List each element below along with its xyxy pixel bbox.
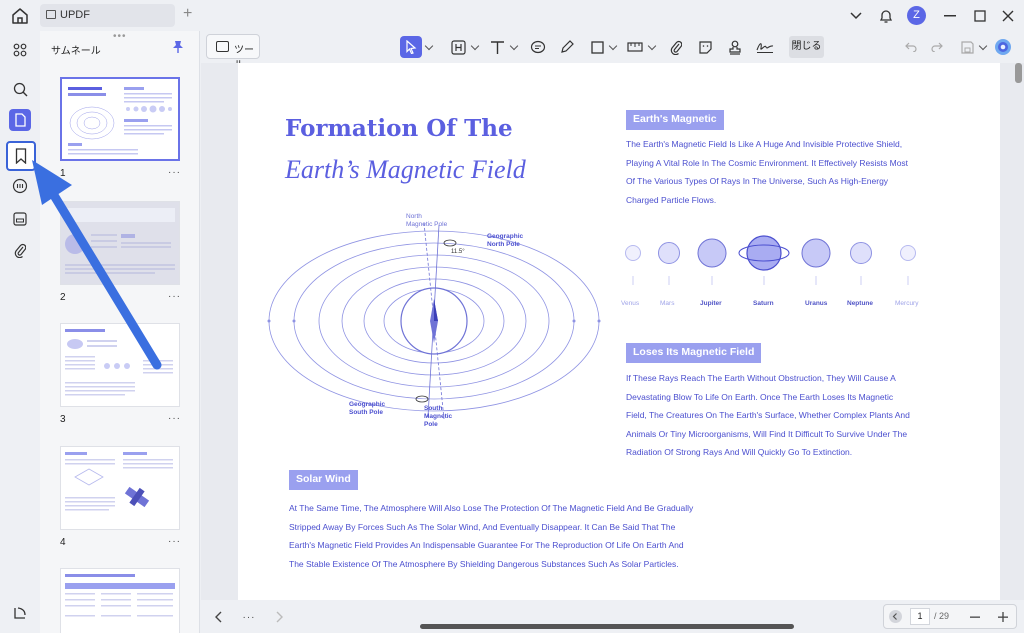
page-thumbnail-4[interactable] xyxy=(60,446,180,530)
section-label-loses-magnetic-field: Loses Its Magnetic Field xyxy=(626,343,762,363)
save-icon[interactable] xyxy=(956,37,978,57)
zoom-out-icon[interactable] xyxy=(969,610,981,622)
layers-icon[interactable] xyxy=(9,602,31,624)
section-2-paragraph: If These Rays Reach The Earth Without Ob… xyxy=(626,373,910,457)
main-toolbar: ツール 閉じる xyxy=(200,31,1024,71)
chevron-down-icon[interactable] xyxy=(608,41,618,51)
maximize-icon[interactable] xyxy=(970,6,990,26)
planet-illustration xyxy=(625,235,916,285)
attachment-icon[interactable] xyxy=(9,239,31,261)
magnetic-field-diagram xyxy=(267,222,601,420)
stamp-panel-icon[interactable] xyxy=(9,208,31,230)
page-thumbnail-2[interactable] xyxy=(60,201,180,285)
close-window-icon[interactable] xyxy=(998,6,1018,26)
planet-label: Saturn xyxy=(753,300,774,307)
chevron-left-icon[interactable] xyxy=(208,606,230,628)
stamp-tool[interactable] xyxy=(724,37,746,57)
pin-icon[interactable] xyxy=(172,40,184,54)
chevron-down-icon[interactable] xyxy=(647,41,657,51)
page-more-button[interactable]: ··· xyxy=(168,536,181,547)
close-tool-button[interactable]: 閉じる xyxy=(789,36,824,58)
ai-assistant-icon[interactable] xyxy=(992,37,1014,57)
total-pages: / 29 xyxy=(934,611,950,621)
chevron-right-icon[interactable] xyxy=(268,606,290,628)
section-label-solar-wind: Solar Wind xyxy=(289,470,358,490)
undo-icon[interactable] xyxy=(900,37,922,57)
pencil-tool[interactable] xyxy=(556,37,578,57)
section-1-paragraph: The Earth's Magnetic Field Is Like A Hug… xyxy=(626,139,909,205)
planet-label: Uranus xyxy=(805,300,828,307)
document-title-line-1: Formation Of The xyxy=(285,115,513,142)
home-icon[interactable] xyxy=(10,6,30,26)
panel-resize-handle[interactable]: ••• xyxy=(113,31,127,42)
title-bar: UPDF + Z xyxy=(0,0,1024,31)
document-tab[interactable]: UPDF xyxy=(40,4,175,27)
apps-grid-icon[interactable] xyxy=(9,39,31,61)
planet-label: Neptune xyxy=(847,300,873,307)
page-more-button[interactable]: ··· xyxy=(238,606,260,628)
bell-icon[interactable] xyxy=(876,6,896,26)
new-tab-button[interactable]: + xyxy=(183,5,192,23)
south-magnetic-pole-label: South Magnetic Pole xyxy=(424,405,453,428)
tools-button[interactable]: ツール xyxy=(206,34,260,71)
document-tab-title: UPDF xyxy=(60,9,90,21)
pdf-file-icon xyxy=(46,10,56,19)
text-tool[interactable] xyxy=(486,37,508,57)
left-rail xyxy=(0,31,40,633)
avatar[interactable]: Z xyxy=(907,6,926,25)
signature-tool[interactable] xyxy=(754,37,776,57)
tilt-angle-label: 11.5° xyxy=(451,249,465,255)
pdf-page: Formation Of The Earth’s Magnetic Field xyxy=(238,63,1000,600)
north-magnetic-pole-label: North Magnetic Pole xyxy=(406,213,448,228)
page-number: 3 xyxy=(60,414,66,425)
planet-label: Mercury xyxy=(895,300,919,307)
measure-tool[interactable] xyxy=(624,37,646,57)
document-viewport[interactable]: Formation Of The Earth’s Magnetic Field xyxy=(201,63,1024,600)
section-label-earths-magnetic: Earth's Magnetic xyxy=(626,110,724,130)
minimize-icon[interactable] xyxy=(940,6,960,26)
document-title-line-2: Earth’s Magnetic Field xyxy=(285,155,526,184)
page-thumbnail-5[interactable] xyxy=(60,568,180,633)
horizontal-scrollbar[interactable] xyxy=(420,624,794,629)
sticker-tool[interactable] xyxy=(694,37,716,57)
planet-label: Jupiter xyxy=(700,300,722,307)
chevron-down-icon[interactable] xyxy=(424,41,434,51)
page-thumbnail-3[interactable] xyxy=(60,323,180,407)
page-navigator: 1 / 29 xyxy=(883,604,1017,629)
page-thumbnail-1[interactable] xyxy=(60,77,180,161)
chevron-down-icon[interactable] xyxy=(978,41,988,51)
section-3-paragraph: At The Same Time, The Atmosphere Will Al… xyxy=(289,503,694,569)
thumbnail-panel: ••• サムネール 1 ··· 2 ··· 3 ··· 4 ··· xyxy=(40,31,200,633)
geographic-south-pole-label: Geographic South Pole xyxy=(349,401,386,416)
chevron-down-icon[interactable] xyxy=(470,41,480,51)
planet-label: Venus xyxy=(621,300,640,307)
page-number: 1 xyxy=(60,168,66,179)
comment-tool[interactable] xyxy=(527,37,549,57)
bookmark-icon[interactable] xyxy=(6,141,36,171)
geographic-north-pole-label: Geographic North Pole xyxy=(487,233,524,248)
chevron-down-icon[interactable] xyxy=(509,41,519,51)
zoom-in-icon[interactable] xyxy=(997,610,1009,622)
shape-tool[interactable] xyxy=(586,37,608,57)
select-pointer-tool[interactable] xyxy=(400,36,422,58)
comment-list-icon[interactable] xyxy=(9,175,31,197)
page-more-button[interactable]: ··· xyxy=(168,413,181,424)
page-more-button[interactable]: ··· xyxy=(168,291,181,302)
thumbnail-page-icon[interactable] xyxy=(9,109,31,131)
page-number: 2 xyxy=(60,292,66,303)
chevron-down-icon[interactable] xyxy=(846,6,866,26)
attachment-tool[interactable] xyxy=(665,37,687,57)
page-more-button[interactable]: ··· xyxy=(168,167,181,178)
redo-icon[interactable] xyxy=(926,37,948,57)
vertical-scrollbar[interactable] xyxy=(1015,63,1022,83)
panel-title: サムネール xyxy=(51,46,101,57)
current-page-input[interactable]: 1 xyxy=(910,608,930,625)
previous-page-icon[interactable] xyxy=(889,610,902,623)
search-icon[interactable] xyxy=(9,78,31,100)
page-number: 4 xyxy=(60,537,66,548)
planet-label: Mars xyxy=(660,300,675,307)
toolbox-icon xyxy=(216,41,229,52)
highlight-text-tool[interactable] xyxy=(447,37,469,57)
